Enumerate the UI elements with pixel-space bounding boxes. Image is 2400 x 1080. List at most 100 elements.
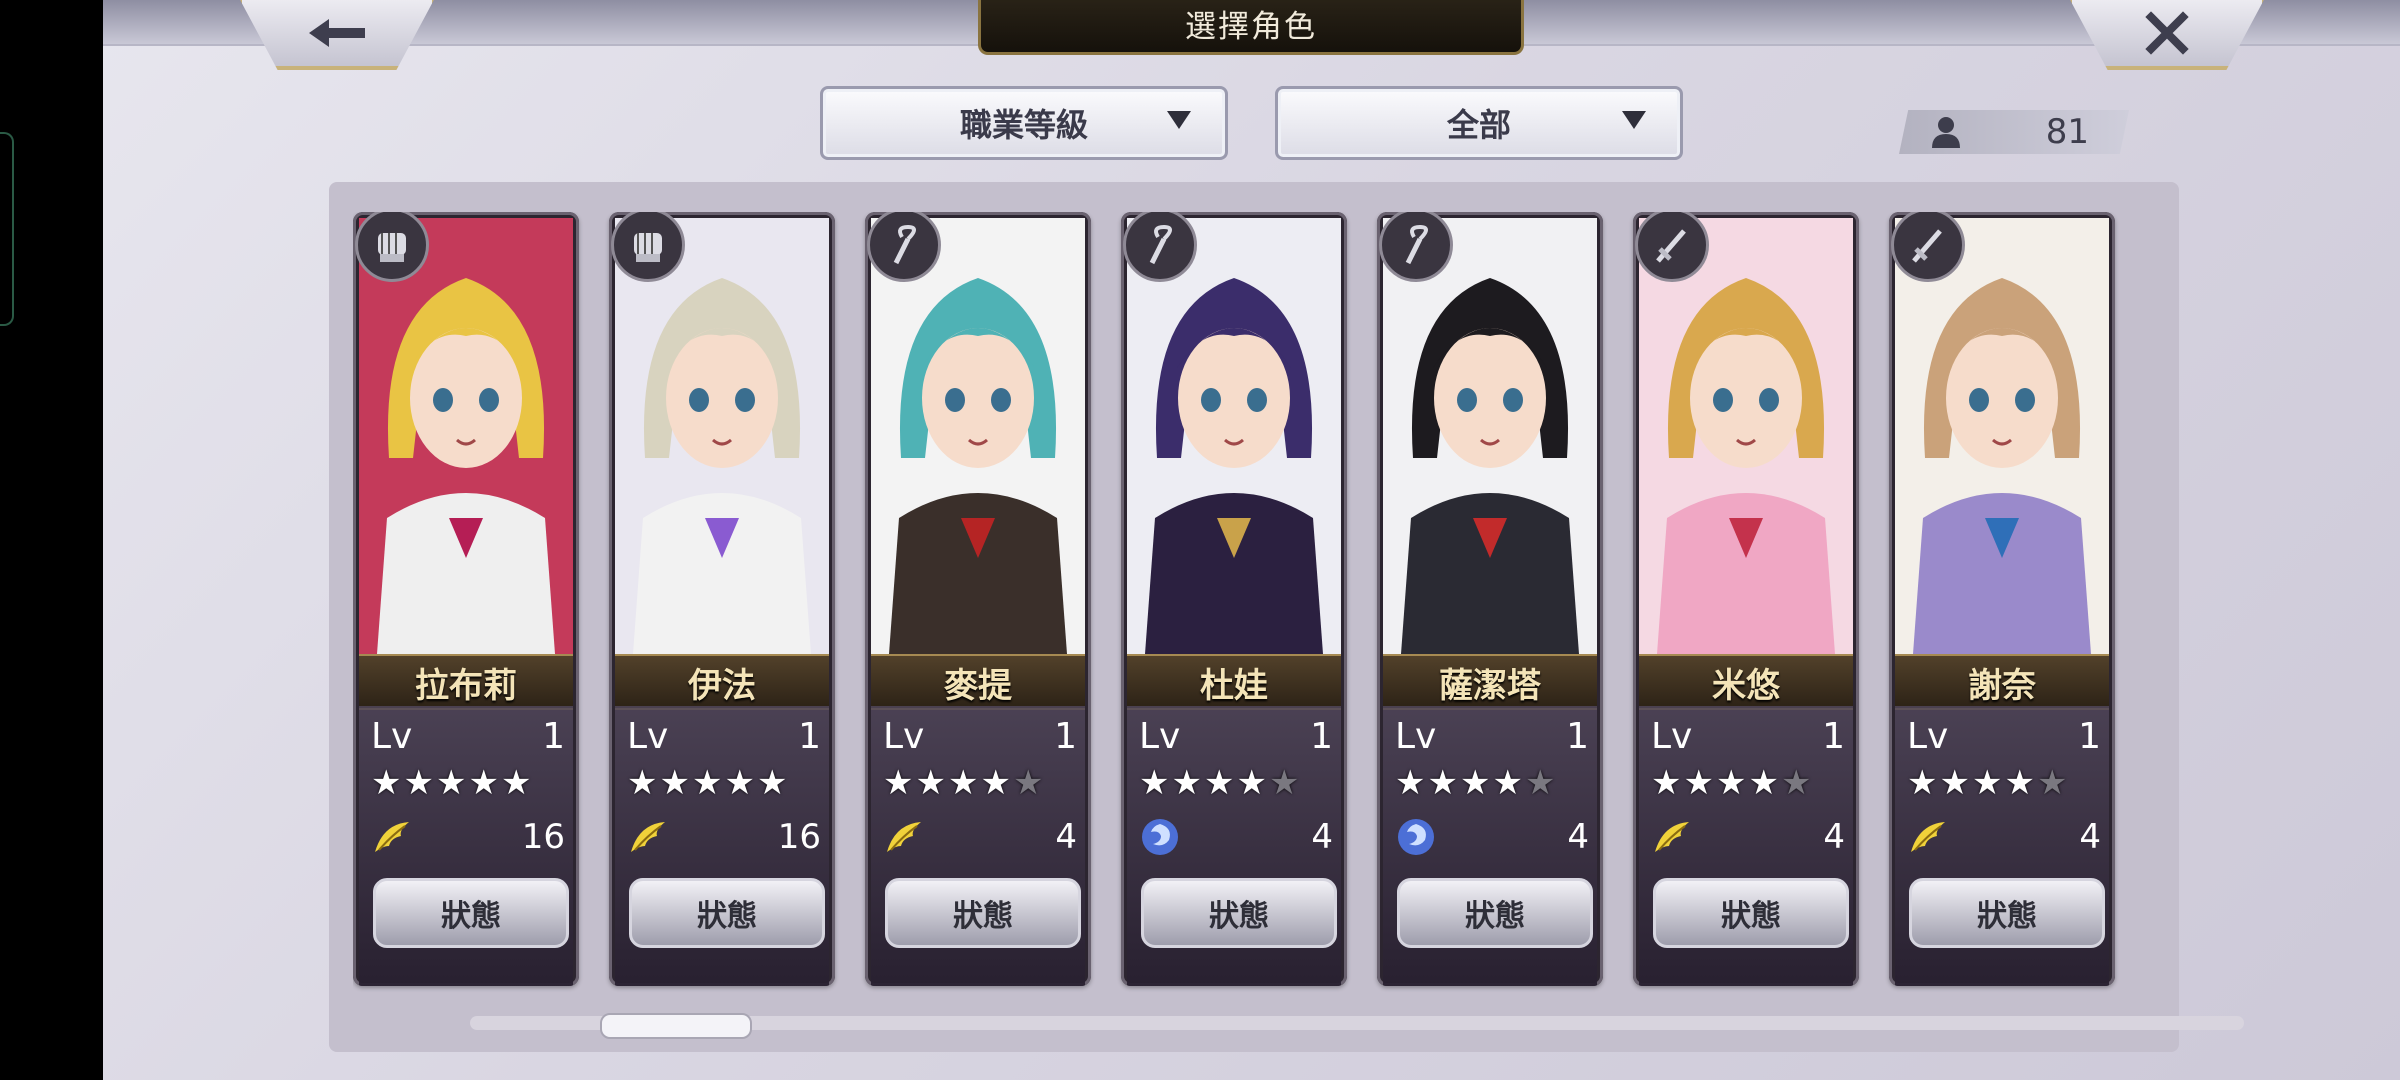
star-filled-icon: ★ — [1939, 763, 1970, 803]
element-value: 16 — [777, 817, 821, 857]
character-count-badge: 81 — [1899, 110, 2129, 154]
character-name: 伊法 — [688, 665, 756, 706]
element-value: 4 — [1823, 817, 1845, 857]
swirl-water-icon — [1142, 819, 1178, 855]
sword-icon — [1656, 229, 1686, 263]
star-filled-icon: ★ — [371, 763, 402, 803]
star-empty-icon: ★ — [1268, 763, 1300, 803]
level-value: 1 — [1566, 716, 1589, 757]
character-card[interactable]: 米悠 Lv 1 ★ ★ ★ ★ ★ 4 狀態 — [1633, 212, 1859, 986]
portrait-frame — [1383, 218, 1597, 654]
status-button[interactable]: 狀態 — [373, 878, 569, 948]
side-edge-handle[interactable] — [0, 132, 14, 326]
star-filled-icon: ★ — [1171, 763, 1202, 803]
level-label: Lv — [1139, 716, 1181, 757]
star-empty-icon: ★ — [1012, 763, 1044, 803]
star-filled-icon: ★ — [915, 763, 946, 803]
character-portrait — [871, 218, 1085, 654]
character-card[interactable]: 薩潔塔 Lv 1 ★ ★ ★ ★ ★ 4 狀態 — [1377, 212, 1603, 986]
character-stats: Lv 1 ★ ★ ★ ★ ★ 4 狀態 — [1895, 706, 2109, 986]
character-stats: Lv 1 ★ ★ ★ ★ ★ 16 狀態 — [359, 706, 573, 986]
status-button[interactable]: 狀態 — [1653, 878, 1849, 948]
element-value: 4 — [1311, 817, 1333, 857]
star-filled-icon: ★ — [691, 763, 723, 803]
character-portrait — [359, 218, 573, 654]
back-button[interactable] — [238, 0, 436, 70]
level-value: 1 — [1054, 716, 1077, 757]
star-filled-icon: ★ — [1236, 763, 1267, 803]
sort-dropdown[interactable]: 職業等級 — [820, 86, 1228, 160]
star-filled-icon: ★ — [435, 763, 467, 803]
level-row: Lv 1 — [883, 716, 1077, 757]
character-portrait — [615, 218, 829, 654]
character-card[interactable]: 謝奈 Lv 1 ★ ★ ★ ★ ★ 4 狀態 — [1889, 212, 2115, 986]
star-rating: ★ ★ ★ ★ ★ — [1907, 766, 2067, 800]
character-name-bar: 麥提 — [871, 654, 1085, 710]
star-filled-icon: ★ — [2004, 763, 2035, 803]
character-card[interactable]: 拉布莉 Lv 1 ★ ★ ★ ★ ★ 16 狀態 — [353, 212, 579, 986]
character-card[interactable]: 麥提 Lv 1 ★ ★ ★ ★ ★ 4 狀態 — [865, 212, 1091, 986]
element-value: 4 — [1055, 817, 1077, 857]
star-rating: ★ ★ ★ ★ ★ — [1139, 766, 1299, 800]
scrollbar-thumb[interactable] — [599, 1013, 752, 1039]
character-name-bar: 薩潔塔 — [1383, 654, 1597, 710]
caret-down-icon — [1167, 111, 1191, 129]
character-card[interactable]: 伊法 Lv 1 ★ ★ ★ ★ ★ 16 狀態 — [609, 212, 835, 986]
character-name: 拉布莉 — [415, 665, 517, 706]
character-name-bar: 謝奈 — [1895, 654, 2109, 710]
portrait-frame — [871, 218, 1085, 654]
character-stats: Lv 1 ★ ★ ★ ★ ★ 4 狀態 — [1383, 706, 1597, 986]
element-value: 16 — [521, 817, 565, 857]
star-rating: ★ ★ ★ ★ ★ — [1395, 766, 1555, 800]
level-label: Lv — [1907, 716, 1949, 757]
character-name-bar: 米悠 — [1639, 654, 1853, 710]
character-stats: Lv 1 ★ ★ ★ ★ ★ 16 狀態 — [615, 706, 829, 986]
portrait-frame — [1127, 218, 1341, 654]
star-filled-icon: ★ — [1395, 763, 1426, 803]
star-filled-icon: ★ — [1492, 763, 1523, 803]
level-label: Lv — [1395, 716, 1437, 757]
wind-leaf-icon — [375, 822, 409, 852]
staff-icon — [1149, 224, 1172, 265]
star-rating: ★ ★ ★ ★ ★ — [371, 766, 531, 800]
filter-dropdown[interactable]: 全部 — [1275, 86, 1683, 160]
status-button[interactable]: 狀態 — [1397, 878, 1593, 948]
level-label: Lv — [371, 716, 413, 757]
character-name: 米悠 — [1712, 665, 1780, 706]
star-filled-icon: ★ — [1907, 763, 1938, 803]
star-filled-icon: ★ — [883, 763, 914, 803]
fist-gauntlet-icon — [634, 233, 662, 262]
sort-dropdown-label: 職業等級 — [959, 106, 1088, 144]
close-x-icon — [2145, 11, 2189, 55]
fist-gauntlet-icon — [378, 233, 406, 262]
status-button[interactable]: 狀態 — [1141, 878, 1337, 948]
star-rating: ★ ★ ★ ★ ★ — [627, 766, 787, 800]
element-value: 4 — [1567, 817, 1589, 857]
star-empty-icon: ★ — [1524, 763, 1556, 803]
star-filled-icon: ★ — [947, 763, 979, 803]
star-filled-icon: ★ — [1139, 763, 1170, 803]
element-row: 16 — [627, 816, 821, 858]
close-button[interactable] — [2068, 0, 2266, 70]
level-value: 1 — [1822, 716, 1845, 757]
element-row: 4 — [1651, 816, 1845, 858]
sword-icon — [1912, 229, 1942, 263]
wind-leaf-icon — [1911, 822, 1945, 852]
star-filled-icon: ★ — [1748, 763, 1779, 803]
element-value: 4 — [2079, 817, 2101, 857]
status-button-label: 狀態 — [1721, 899, 1781, 934]
status-button-label: 狀態 — [1977, 899, 2037, 934]
character-portrait — [1639, 218, 1853, 654]
element-row: 4 — [1395, 816, 1589, 858]
character-card[interactable]: 杜娃 Lv 1 ★ ★ ★ ★ ★ 4 狀態 — [1121, 212, 1347, 986]
element-row: 16 — [371, 816, 565, 858]
star-filled-icon: ★ — [1715, 763, 1747, 803]
status-button-label: 狀態 — [1209, 899, 1269, 934]
title-plate: 選擇角色 — [978, 0, 1524, 55]
star-rating: ★ ★ ★ ★ ★ — [883, 766, 1043, 800]
level-label: Lv — [1651, 716, 1693, 757]
status-button[interactable]: 狀態 — [885, 878, 1081, 948]
card-row: 拉布莉 Lv 1 ★ ★ ★ ★ ★ 16 狀態 伊法 Lv 1 ★ ★ ★ ★ ★ 16 狀態 麥提 Lv 1 ★ ★ ★ ★ ★ 4… — [353, 212, 2147, 1002]
status-button[interactable]: 狀態 — [1909, 878, 2105, 948]
status-button[interactable]: 狀態 — [629, 878, 825, 948]
